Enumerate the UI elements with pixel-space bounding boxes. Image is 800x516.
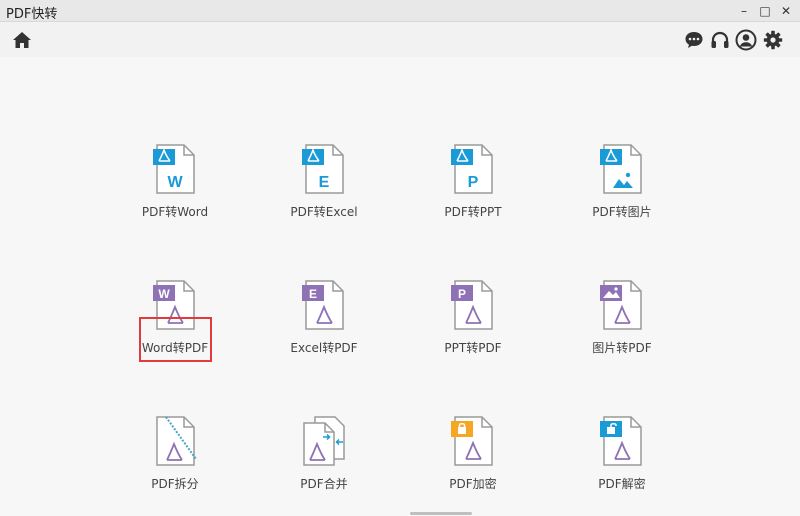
tool-pdf-to-word[interactable]: W PDF转Word	[115, 143, 235, 243]
scroll-handle[interactable]	[410, 512, 472, 515]
tool-pdf-encrypt[interactable]: PDF加密	[413, 415, 533, 515]
tool-ppt-to-pdf[interactable]: P PPT转PDF	[413, 279, 533, 379]
home-icon[interactable]	[10, 28, 34, 52]
excel-to-pdf-icon: E	[301, 279, 347, 331]
tool-excel-to-pdf[interactable]: E Excel转PDF	[264, 279, 384, 379]
tool-label: PDF转图片	[592, 205, 652, 219]
title-bar: PDF快转 – □ ✕	[0, 0, 800, 22]
pdf-merge-icon	[301, 415, 347, 467]
svg-text:E: E	[309, 287, 317, 301]
tool-label: PDF转PPT	[444, 205, 502, 219]
tool-label: Excel转PDF	[290, 341, 358, 355]
user-icon[interactable]	[734, 28, 758, 52]
tool-pdf-merge[interactable]: PDF合并	[264, 415, 384, 515]
image-to-pdf-icon	[599, 279, 645, 331]
tool-label: PDF拆分	[151, 477, 199, 491]
svg-text:W: W	[158, 287, 170, 301]
svg-text:P: P	[468, 174, 479, 191]
tool-label: PDF转Excel	[290, 205, 358, 219]
minimize-button[interactable]: –	[734, 1, 754, 21]
tool-label: PDF解密	[598, 477, 646, 491]
svg-text:W: W	[167, 174, 183, 191]
chat-icon[interactable]	[682, 28, 706, 52]
headset-icon[interactable]	[708, 28, 732, 52]
toolbar	[0, 22, 800, 57]
window-title: PDF快转	[6, 7, 58, 22]
pdf-to-word-icon: W	[152, 143, 198, 195]
tool-label: PDF转Word	[141, 205, 209, 219]
tool-label: PPT转PDF	[444, 341, 502, 355]
tool-pdf-to-excel[interactable]: E PDF转Excel	[264, 143, 384, 243]
tool-label: PDF合并	[300, 477, 348, 491]
tool-pdf-to-image[interactable]: PDF转图片	[562, 143, 682, 243]
tool-pdf-split[interactable]: PDF拆分	[115, 415, 235, 515]
svg-text:P: P	[458, 287, 466, 301]
pdf-to-excel-icon: E	[301, 143, 347, 195]
close-button[interactable]: ✕	[776, 1, 796, 21]
tool-pdf-decrypt[interactable]: PDF解密	[562, 415, 682, 515]
gear-icon[interactable]	[761, 28, 785, 52]
tool-label: 图片转PDF	[592, 341, 652, 355]
highlight-box	[139, 317, 212, 362]
pdf-to-image-icon	[599, 143, 645, 195]
pdf-to-ppt-icon: P	[450, 143, 496, 195]
svg-text:E: E	[319, 174, 330, 191]
ppt-to-pdf-icon: P	[450, 279, 496, 331]
tool-pdf-to-ppt[interactable]: P PDF转PPT	[413, 143, 533, 243]
tool-label: PDF加密	[449, 477, 497, 491]
pdf-decrypt-icon	[599, 415, 645, 467]
pdf-encrypt-icon	[450, 415, 496, 467]
tool-image-to-pdf[interactable]: 图片转PDF	[562, 279, 682, 379]
pdf-split-icon	[152, 415, 198, 467]
maximize-button[interactable]: □	[755, 1, 775, 21]
